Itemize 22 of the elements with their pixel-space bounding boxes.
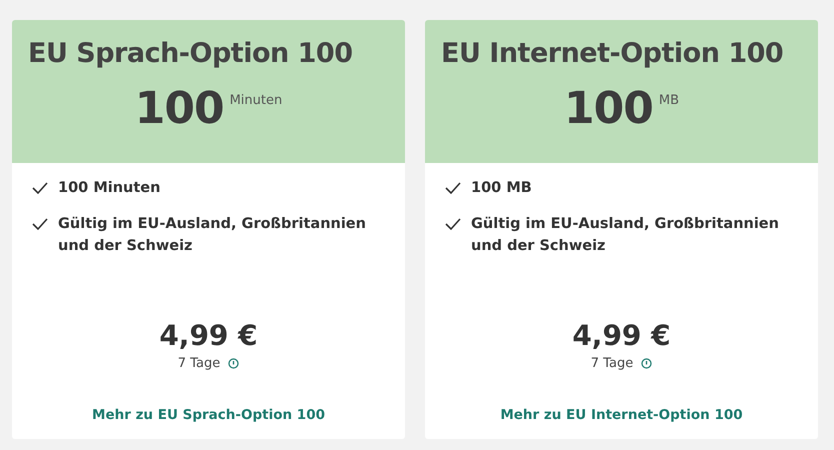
check-icon	[445, 218, 461, 230]
amount-unit: MB	[658, 93, 679, 108]
feature-text: 100 Minuten	[58, 179, 160, 198]
feature-text: Gültig im EU-Ausland, Großbritannien und der Schweiz	[58, 215, 367, 256]
check-icon	[445, 182, 461, 194]
amount: 100	[134, 87, 224, 131]
feature-text: Gültig im EU-Ausland, Großbritannien und der Schweiz	[471, 215, 780, 256]
more-link[interactable]: Mehr zu EU Internet-Option 100	[500, 407, 743, 423]
more-link[interactable]: Mehr zu EU Sprach-Option 100	[92, 407, 325, 423]
check-icon	[32, 218, 48, 230]
price: 4,99 €	[572, 319, 671, 352]
feature-text: 100 MB	[471, 179, 532, 198]
period: 7 Tage	[590, 356, 634, 371]
card-title: EU Sprach-Option 100	[28, 38, 352, 69]
amount-unit: Minuten	[230, 93, 282, 108]
price: 4,99 €	[159, 319, 258, 352]
info-icon[interactable]	[641, 358, 652, 369]
period: 7 Tage	[178, 356, 220, 371]
check-icon	[32, 182, 48, 194]
info-icon[interactable]	[228, 358, 240, 369]
card-title: EU Internet-Option 100	[441, 38, 784, 69]
amount: 100	[564, 87, 653, 131]
